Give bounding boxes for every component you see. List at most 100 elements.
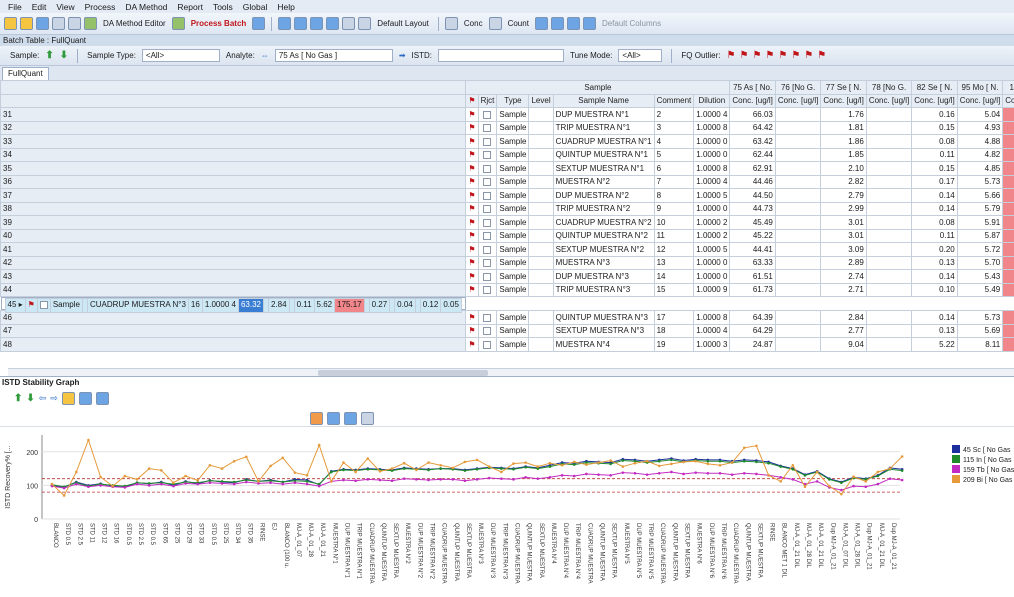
da-method-editor-icon[interactable] xyxy=(84,17,97,30)
conc-cell[interactable] xyxy=(775,256,820,270)
comment-cell[interactable]: 11 xyxy=(654,229,694,243)
conc-cell[interactable]: 61.73 xyxy=(730,283,775,297)
reject-checkbox[interactable] xyxy=(478,202,497,216)
chart-type-icon[interactable] xyxy=(310,412,323,425)
conc-cell[interactable]: 174.16 xyxy=(1003,108,1014,122)
row-number[interactable]: 44 xyxy=(1,283,466,297)
conc-cell[interactable]: 2.10 xyxy=(821,162,866,176)
layout-icon-3[interactable] xyxy=(310,17,323,30)
layout-icon-1[interactable] xyxy=(278,17,291,30)
conc-cell[interactable] xyxy=(775,135,820,149)
conc-cell[interactable]: 0.14 xyxy=(912,189,957,203)
conc-cell[interactable]: 0.12 xyxy=(420,299,441,313)
left-arrow-icon[interactable]: ⇦ xyxy=(39,393,47,404)
analyte-column-header[interactable]: 77 Se [ N. xyxy=(821,81,866,95)
row-number[interactable]: 36 xyxy=(1,175,466,189)
table-row[interactable]: 44⚑SampleTRIP MUESTRA N°3151.0000 961.73… xyxy=(1,283,1014,297)
level-cell[interactable] xyxy=(529,338,553,352)
conc-cell[interactable]: 4.88 xyxy=(957,135,1002,149)
conc-cell[interactable]: 184.41 xyxy=(1003,256,1014,270)
analyte-column-header[interactable]: 105 Pd [. xyxy=(1003,81,1014,95)
conc-cell[interactable]: 4.93 xyxy=(957,121,1002,135)
level-cell[interactable] xyxy=(529,148,553,162)
conc-cell[interactable] xyxy=(775,216,820,230)
conc-cell[interactable]: 199.70 xyxy=(1003,175,1014,189)
conc-cell[interactable] xyxy=(866,243,911,257)
table-row[interactable]: 35⚑SampleSEXTUP MUESTRA N°161.0000 862.9… xyxy=(1,162,1014,176)
sample-name-cell[interactable]: MUESTRA N°2 xyxy=(553,175,654,189)
conc-cell[interactable]: 61.51 xyxy=(730,270,775,284)
conc-button[interactable]: Conc xyxy=(464,19,483,28)
conc-cell[interactable]: 5.04 xyxy=(957,108,1002,122)
unit-header[interactable]: Conc. [ug/l] xyxy=(730,94,775,108)
row-number[interactable]: 48 xyxy=(1,338,466,352)
sample-type-cell[interactable]: Sample xyxy=(50,299,82,313)
comment-cell[interactable]: 3 xyxy=(654,121,694,135)
conc-cell[interactable]: 0.14 xyxy=(912,270,957,284)
unit-header[interactable]: Conc. [ug/l] xyxy=(775,94,820,108)
reject-checkbox[interactable] xyxy=(478,229,497,243)
dilution-cell[interactable]: 1.0000 3 xyxy=(694,338,730,352)
conc-cell[interactable] xyxy=(866,229,911,243)
unit-header[interactable]: Conc. [ug/l] xyxy=(866,94,911,108)
conc-cell[interactable]: 2.99 xyxy=(821,202,866,216)
row-flag-icon[interactable]: ⚑ xyxy=(25,299,37,313)
row-flag-icon[interactable]: ⚑ xyxy=(466,202,478,216)
dilution-cell[interactable]: 1.0000 4 xyxy=(202,299,238,313)
reject-checkbox[interactable] xyxy=(478,283,497,297)
row-flag-icon[interactable]: ⚑ xyxy=(466,108,478,122)
level-cell[interactable] xyxy=(529,108,553,122)
table-row[interactable]: 33⚑SampleCUADRUP MUESTRA N°141.0000 063.… xyxy=(1,135,1014,149)
conc-cell[interactable]: 5.87 xyxy=(957,229,1002,243)
next-sample-arrow-icon[interactable]: ⬇ xyxy=(60,50,68,61)
conc-cell[interactable] xyxy=(866,135,911,149)
sample-type-select[interactable]: <All> xyxy=(142,49,220,62)
menu-item-report[interactable]: Report xyxy=(177,2,203,12)
conc-cell[interactable]: 5.70 xyxy=(957,256,1002,270)
right-arrow-icon[interactable]: ⇨ xyxy=(50,393,58,404)
row-flag-icon[interactable]: ⚑ xyxy=(466,283,478,297)
conc-cell[interactable]: 9.04 xyxy=(821,338,866,352)
conc-cell[interactable]: 5.43 xyxy=(957,270,1002,284)
conc-cell[interactable]: 66.03 xyxy=(730,108,775,122)
dilution-cell[interactable]: 1.0000 0 xyxy=(694,148,730,162)
menu-item-help[interactable]: Help xyxy=(277,2,294,12)
conc-cell[interactable]: 44.41 xyxy=(730,243,775,257)
dilution-cell[interactable]: 1.0000 9 xyxy=(694,283,730,297)
conc-cell[interactable]: 5.72 xyxy=(957,243,1002,257)
conc-cell[interactable]: 0.15 xyxy=(912,121,957,135)
level-cell[interactable] xyxy=(529,175,553,189)
dilution-cell[interactable]: 1.0000 0 xyxy=(694,202,730,216)
conc-cell[interactable] xyxy=(775,189,820,203)
menu-item-tools[interactable]: Tools xyxy=(213,2,233,12)
sample-type-cell[interactable]: Sample xyxy=(497,162,529,176)
conc-cell[interactable]: 2.77 xyxy=(821,324,866,338)
sample-name-cell[interactable]: TRIP MUESTRA N°3 xyxy=(553,283,654,297)
level-cell[interactable] xyxy=(529,311,553,325)
comment-cell[interactable]: 4 xyxy=(654,135,694,149)
comment-cell[interactable]: 9 xyxy=(654,202,694,216)
conc-cell[interactable] xyxy=(866,270,911,284)
comment-cell[interactable]: 19 xyxy=(654,338,694,352)
process-batch-button[interactable]: Process Batch xyxy=(191,19,247,28)
conc-cell[interactable]: 0.14 xyxy=(912,202,957,216)
conc-cell[interactable]: 5.66 xyxy=(957,189,1002,203)
conc-cell[interactable]: 173.66 xyxy=(1003,283,1014,297)
conc-cell[interactable]: 1.85 xyxy=(821,148,866,162)
sample-type-cell[interactable]: Sample xyxy=(497,202,529,216)
conc-cell[interactable]: 0.14 xyxy=(912,311,957,325)
conc-cell[interactable]: 63.42 xyxy=(730,135,775,149)
level-cell[interactable] xyxy=(529,202,553,216)
level-cell[interactable] xyxy=(529,283,553,297)
tab-fullquant[interactable]: FullQuant xyxy=(2,67,49,80)
row-flag-icon[interactable]: ⚑ xyxy=(466,148,478,162)
row-number[interactable]: 32 xyxy=(1,121,466,135)
conc-cell[interactable] xyxy=(866,175,911,189)
dilution-cell[interactable]: 1.0000 0 xyxy=(694,256,730,270)
analyte-column-header[interactable]: 82 Se [ N. xyxy=(912,81,957,95)
sample-name-cell[interactable]: DUP MUESTRA N°3 xyxy=(553,270,654,284)
conc-cell[interactable] xyxy=(866,324,911,338)
sample-name-cell[interactable]: QUINTUP MUESTRA N°1 xyxy=(553,148,654,162)
conc-cell[interactable]: 2.89 xyxy=(821,256,866,270)
conc-cell[interactable]: 4.85 xyxy=(957,162,1002,176)
